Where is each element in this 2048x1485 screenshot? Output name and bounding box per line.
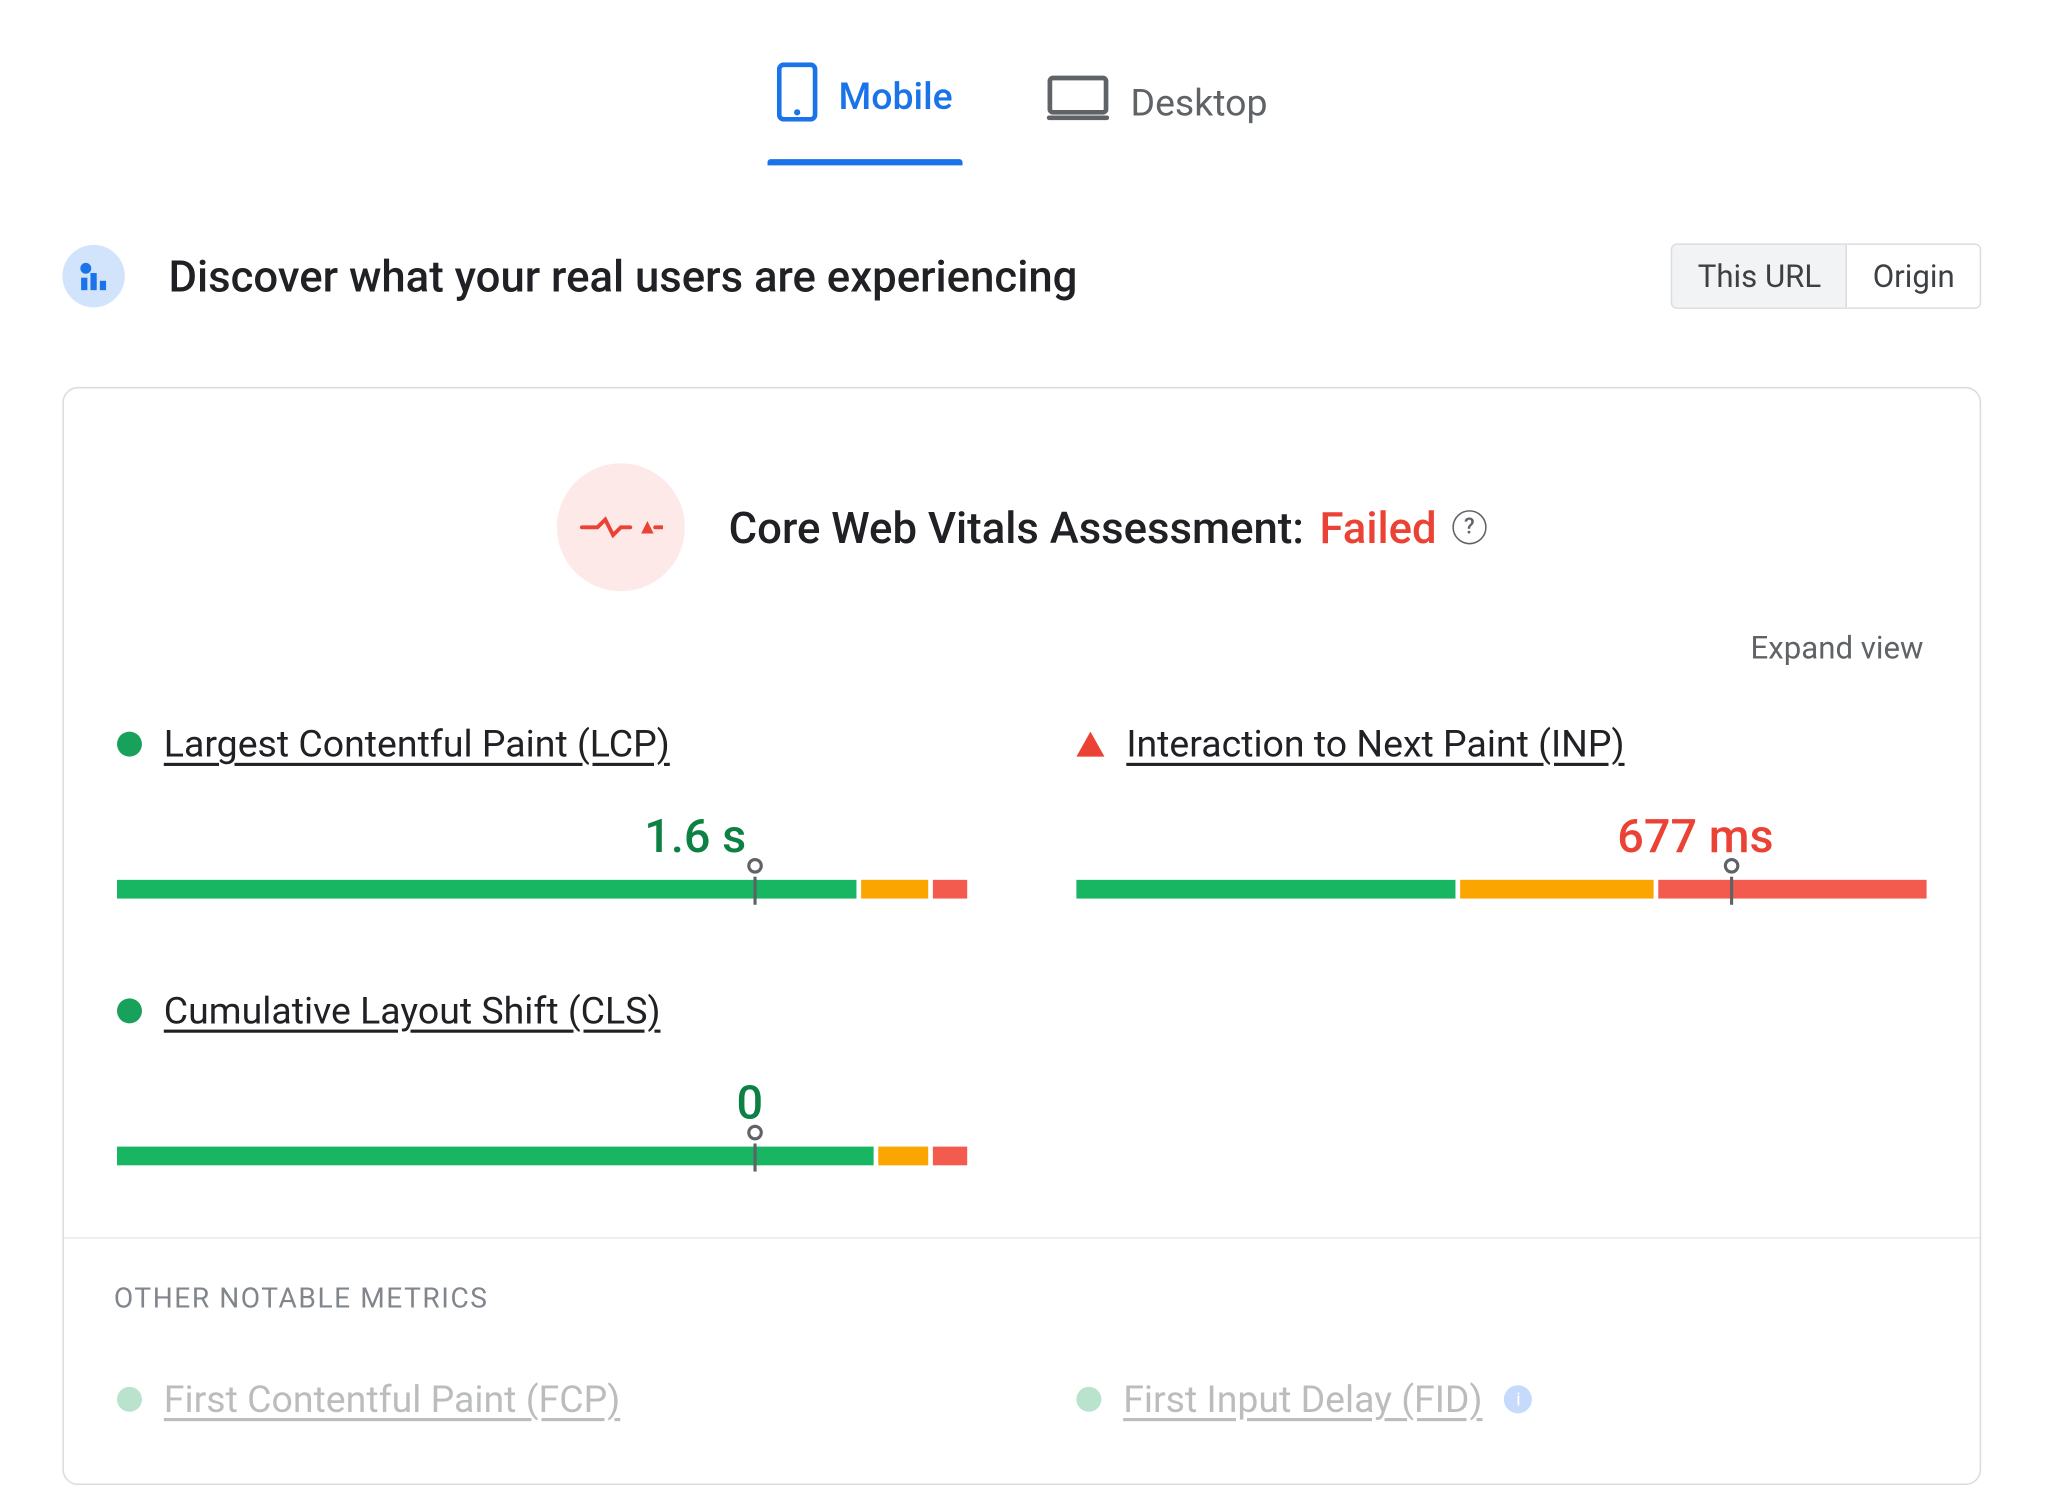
inp-marker-icon (1723, 858, 1739, 874)
metric-fid-name[interactable]: First Input Delay (FID) (1123, 1377, 1482, 1421)
page-title: Discover what your real users are experi… (168, 250, 1671, 301)
status-dot-good-icon (117, 1387, 142, 1412)
metric-cls-distribution (117, 1147, 967, 1166)
field-data-card: Core Web Vitals Assessment: Failed ? Exp… (62, 387, 1981, 1485)
lcp-good-segment (117, 880, 857, 899)
field-data-header: Discover what your real users are experi… (0, 165, 2044, 324)
metric-inp-value: 677 ms (1076, 810, 1773, 865)
lcp-poor-segment (934, 880, 968, 899)
other-metrics-grid: First Contentful Paint (FCP) First Input… (114, 1377, 1930, 1464)
lcp-marker-icon (747, 858, 763, 874)
metric-fid: First Input Delay (FID) i (1076, 1377, 1926, 1464)
core-web-vitals-grid: Largest Contentful Paint (LCP) 1.6 s Int… (114, 722, 1930, 1237)
lcp-ni-segment (862, 880, 929, 899)
inp-ni-segment (1459, 880, 1652, 899)
desktop-icon (1046, 75, 1108, 131)
tab-mobile-label: Mobile (838, 75, 952, 119)
metric-lcp-value: 1.6 s (117, 810, 746, 865)
metric-cls-name[interactable]: Cumulative Layout Shift (CLS) (164, 989, 661, 1033)
cls-poor-segment (934, 1147, 968, 1166)
metric-lcp: Largest Contentful Paint (LCP) 1.6 s (117, 722, 967, 898)
tab-desktop-label: Desktop (1131, 81, 1268, 125)
cls-good-segment (117, 1147, 874, 1166)
help-icon[interactable]: ? (1452, 510, 1486, 544)
metric-fcp-name[interactable]: First Contentful Paint (FCP) (164, 1377, 620, 1421)
scope-origin-button[interactable]: Origin (1846, 245, 1979, 307)
inp-poor-segment (1658, 880, 1927, 899)
cwv-assessment: Core Web Vitals Assessment: Failed ? (114, 463, 1930, 591)
cls-ni-segment (878, 1147, 928, 1166)
cwv-assessment-status: Failed (1319, 502, 1436, 553)
cls-marker-icon (747, 1125, 763, 1141)
inp-good-segment (1076, 880, 1454, 899)
mobile-icon (776, 62, 817, 131)
status-triangle-poor-icon (1076, 732, 1104, 757)
metric-inp: Interaction to Next Paint (INP) 677 ms (1076, 722, 1926, 898)
cwv-assessment-text: Core Web Vitals Assessment: Failed ? (729, 502, 1487, 553)
other-metrics-heading: OTHER NOTABLE METRICS (114, 1282, 1930, 1315)
metric-lcp-distribution (117, 880, 967, 899)
section-divider (64, 1237, 1980, 1239)
metric-cls-value: 0 (117, 1076, 763, 1131)
expand-view-row: Expand view (114, 604, 1930, 723)
metric-fcp: First Contentful Paint (FCP) (117, 1377, 967, 1464)
expand-view-link[interactable]: Expand view (1751, 629, 1924, 666)
cwv-assessment-label: Core Web Vitals Assessment: (729, 502, 1304, 553)
metric-cls: Cumulative Layout Shift (CLS) 0 (117, 989, 967, 1165)
metric-inp-name[interactable]: Interaction to Next Paint (INP) (1126, 722, 1624, 766)
device-tabs: Mobile Desktop (0, 0, 2044, 165)
metric-lcp-name[interactable]: Largest Contentful Paint (LCP) (164, 722, 670, 766)
scope-this-url-button[interactable]: This URL (1673, 245, 1846, 307)
metric-inp-distribution (1076, 880, 1926, 899)
info-icon[interactable]: i (1504, 1385, 1532, 1413)
status-dot-good-icon (117, 998, 142, 1023)
status-dot-good-icon (1076, 1387, 1101, 1412)
cwv-failed-icon (557, 463, 685, 591)
tab-mobile[interactable]: Mobile (776, 62, 953, 165)
crux-icon (62, 245, 124, 307)
tab-desktop[interactable]: Desktop (1046, 75, 1267, 165)
status-dot-good-icon (117, 732, 142, 757)
scope-segmented-control: This URL Origin (1671, 243, 1981, 309)
